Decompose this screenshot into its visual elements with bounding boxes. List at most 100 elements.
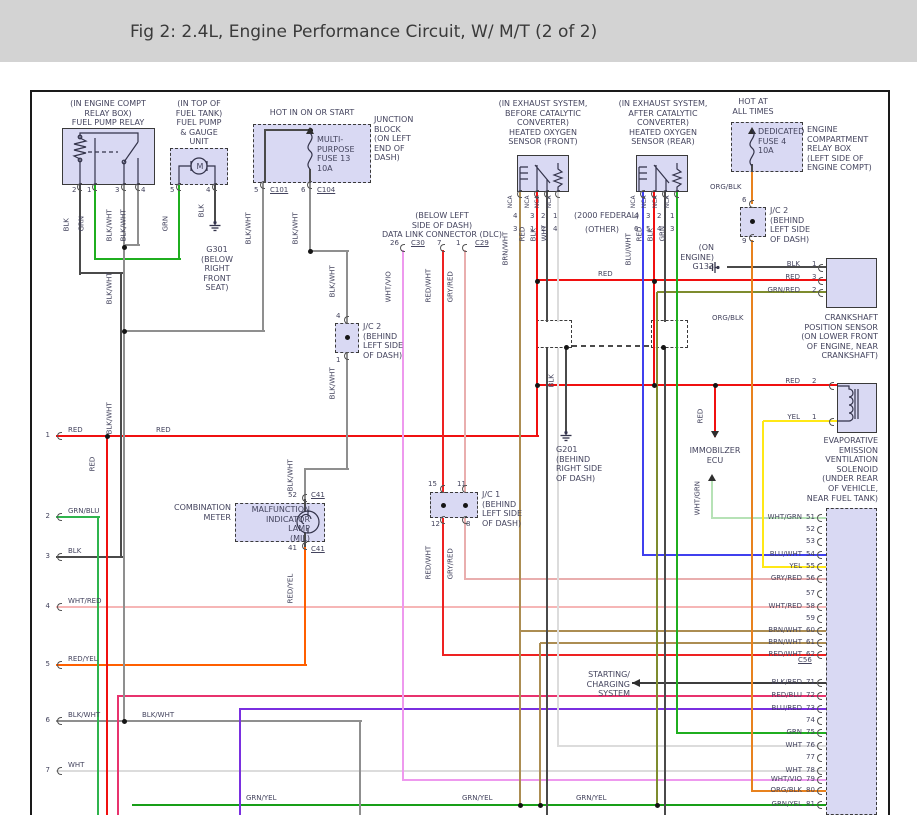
right-pin-arc-57: [817, 590, 822, 598]
conn-c30: C30: [411, 239, 425, 247]
right-pin-label-75: GRN: [736, 728, 802, 736]
wire-blk-1: [80, 272, 123, 274]
o2f-r1a: 4: [513, 212, 517, 220]
title-bar: Fig 2: 2.4L, Engine Performance Circuit,…: [0, 0, 917, 62]
wire-grn-37: [178, 185, 180, 260]
junction-dot-6: [652, 279, 657, 284]
evap-solenoid-label: EVAPORATIVE EMISSION VENTILATION SOLENOI…: [788, 436, 878, 503]
wire-blured-77: [239, 708, 241, 815]
immobilizer-label: IMMOBILZER ECU: [686, 446, 744, 465]
left-stub-label-3: BLK: [68, 547, 81, 555]
grnyel-3: GRN/YEL: [576, 794, 606, 802]
pin-arc-28: [344, 316, 349, 324]
pin-arc-39: [829, 382, 834, 390]
o2f-r2a: 3: [513, 225, 517, 233]
pump-pin-4: 4: [206, 186, 210, 194]
g133-ground-symbol: [709, 261, 720, 275]
wire-blkwht-43: [309, 183, 311, 252]
o2f-r1d: 1: [553, 212, 557, 220]
crank-pin-1: 1: [812, 260, 816, 268]
wire-redyel-23: [56, 664, 307, 666]
right-pin-arc-59: [817, 615, 822, 623]
right-pin-arc-72: [817, 692, 822, 700]
sol-pin-2: 2: [812, 377, 816, 385]
left-stub-number-6: 6: [38, 716, 50, 724]
r-blk-g201: BLK: [548, 374, 556, 387]
o2-front-caption: (IN EXHAUST SYSTEM, BEFORE CATALYTIC CON…: [487, 99, 599, 147]
r-red-immob: RED: [697, 409, 705, 424]
wire-redblu-76: [117, 695, 119, 815]
motor-m-label: M: [196, 162, 204, 172]
junction-dot-9: [713, 383, 718, 388]
junction-dot-18: [463, 503, 468, 508]
orgblk-label-2: ORG/BLK: [712, 314, 743, 322]
wire-blk-57: [546, 192, 548, 322]
wire-blkwht-2: BLK/WHT: [142, 711, 174, 719]
wire-gryred-53: [464, 250, 466, 492]
r-brnwht: BRN/WHT: [502, 232, 510, 266]
crank-grnred: GRN/RED: [750, 286, 800, 294]
jc2r-pin-9: 9: [742, 237, 746, 245]
right-pin-arc-53: [817, 538, 822, 546]
fuse13-text: MULTI- PURPOSE FUSE 13 10A: [317, 135, 355, 173]
wire-grn-66: [676, 192, 678, 734]
pin-arc-3: [57, 603, 62, 611]
junction-dot-1: [122, 329, 127, 334]
r-gryred-2: GRY/RED: [447, 548, 455, 579]
r-red-o2r: RED: [636, 227, 644, 242]
pin-arc-15: [400, 244, 405, 252]
left-stub-label-6: BLK/WHT: [68, 711, 100, 719]
page-title: Fig 2: 2.4L, Engine Performance Circuit,…: [130, 22, 597, 42]
shield-left-box: [536, 320, 572, 348]
right-pin-arc-71: [817, 679, 822, 687]
right-pin-arc-58: [817, 603, 822, 611]
g201-label: G201 (BEHIND RIGHT SIDE OF DASH): [556, 445, 602, 483]
flow-arrow-4: [632, 679, 640, 687]
pin-arc-32: [440, 516, 445, 524]
right-pin-label-78: WHT: [736, 766, 802, 774]
r-whtvio: WHT/VIO: [385, 271, 393, 302]
right-pin-arc-61: [817, 639, 822, 647]
crank-blk: BLK: [760, 260, 800, 268]
pin-arc-38: [818, 289, 823, 297]
junction-dot-10: [564, 345, 569, 350]
right-pin-label-73: BLU/RED: [736, 704, 802, 712]
left-stub-label-7: WHT: [68, 761, 84, 769]
pin-arc-30: [440, 485, 445, 493]
pin-arc-26: [749, 200, 754, 208]
wire-blk-64: [664, 192, 666, 322]
o2-rear-heater-symbol: [636, 155, 688, 192]
r-bw-main1: BLK/WHT: [106, 272, 114, 304]
r-bw-jc2b: BLK/WHT: [329, 367, 337, 399]
dlc-pin-26: 26: [390, 239, 399, 247]
wire-grnblu-74: [97, 516, 99, 815]
junction-dot-8: [652, 383, 657, 388]
pin-arc-27: [749, 234, 754, 242]
wire-blk-75: [120, 273, 122, 558]
wire-blk-58: [546, 348, 548, 815]
wire-bluwht-62: [642, 192, 644, 556]
right-pin-label-80: ORG/BLK: [736, 786, 802, 794]
r-bw-c101: BLK/WHT: [245, 212, 253, 244]
combination-meter-label: COMBINATION METER: [153, 503, 231, 522]
dlc-caption: (BELOW LEFT SIDE OF DASH) DATA LINK CONN…: [372, 211, 512, 240]
o2-front-heater-symbol: [517, 155, 569, 192]
flow-arrow-3: [708, 474, 716, 481]
wire-grnred-8: [657, 291, 826, 293]
wire-red-73: [106, 435, 108, 815]
r-blk-o2f: BLK: [530, 228, 538, 241]
jb-pin-6: 6: [301, 186, 305, 194]
pin-2: 2: [72, 186, 76, 194]
crank-pin-2: 2: [812, 286, 816, 294]
left-stub-label-1: RED: [68, 426, 83, 434]
hot-at-all-times: HOT AT ALL TIMES: [723, 97, 783, 116]
o2f-r1b: 3: [530, 212, 534, 220]
o2f-r1c: 2: [541, 212, 545, 220]
conn-c104: C104: [317, 186, 335, 194]
pin-arc-31: [462, 485, 467, 493]
wire-blk-22: [56, 556, 123, 558]
junction-dot-4: [105, 434, 110, 439]
pin-arc-34: [302, 494, 307, 502]
wire-redwht-51: [442, 250, 444, 492]
fuse4-symbol: [746, 130, 758, 166]
